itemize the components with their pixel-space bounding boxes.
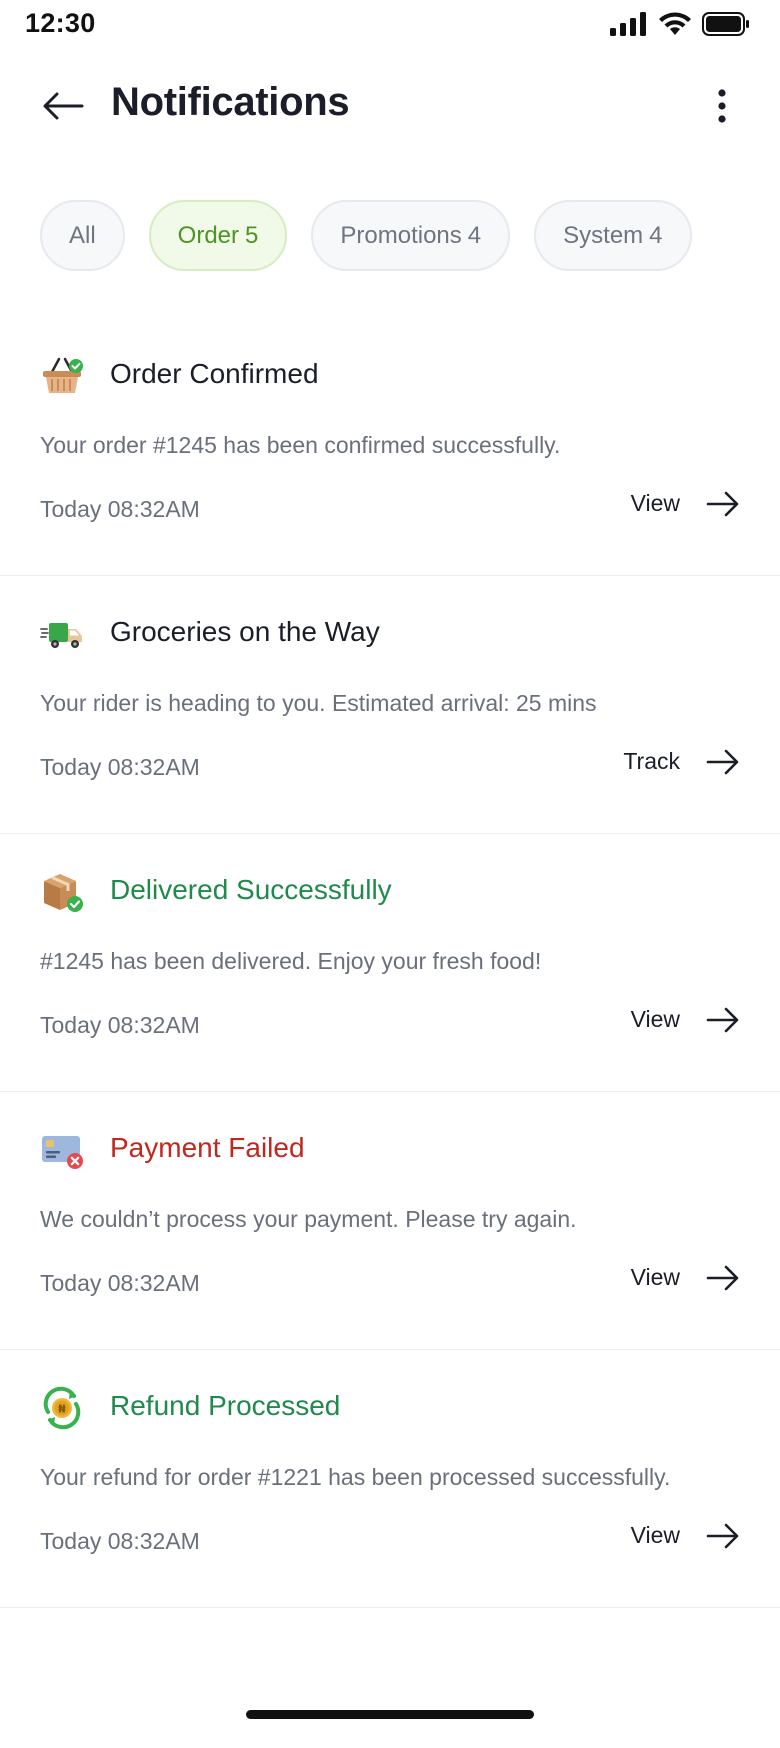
notification-title: Delivered Successfully: [110, 874, 392, 905]
action-label: View: [630, 1006, 680, 1032]
track-button[interactable]: Track: [623, 748, 740, 775]
filter-chip-order[interactable]: Order 5: [148, 200, 288, 271]
notifications-screen: 12:30 Notifications All Order 5 Promotio…: [0, 0, 780, 1748]
view-button[interactable]: View: [631, 1522, 740, 1549]
wifi-icon: [658, 12, 692, 36]
header: Notifications: [0, 70, 780, 140]
chip-label: System: [563, 221, 644, 249]
action-label: Track: [623, 748, 680, 774]
notification-time: Today 08:32AM: [40, 1528, 200, 1554]
chip-count: 4: [467, 221, 482, 249]
notification-item[interactable]: ₦ Refund Processed Your refund for order…: [0, 1350, 780, 1608]
chip-count: 4: [649, 221, 663, 249]
filter-chips: All Order 5 Promotions 4 System 4: [40, 200, 692, 271]
chip-label: Order: [177, 221, 240, 249]
basket-check-icon: [40, 354, 84, 398]
package-check-icon: [40, 870, 84, 914]
notification-item[interactable]: Order Confirmed Your order #1245 has bee…: [0, 318, 780, 576]
page-title: Notifications: [111, 80, 350, 124]
notification-time: Today 08:32AM: [40, 754, 200, 780]
chip-label: All: [69, 221, 96, 249]
notification-title: Order Confirmed: [110, 358, 319, 389]
notification-message: Your order #1245 has been confirmed succ…: [40, 432, 561, 458]
view-button[interactable]: View: [631, 1006, 740, 1033]
card-error-icon: [40, 1128, 84, 1172]
notification-message: #1245 has been delivered. Enjoy your fre…: [40, 948, 542, 974]
notification-item[interactable]: Delivered Successfully #1245 has been de…: [0, 834, 780, 1092]
arrow-right-icon: [706, 749, 739, 774]
arrow-left-icon: [43, 92, 84, 120]
arrow-right-icon: [706, 1007, 739, 1032]
refund-coin-icon: ₦: [40, 1386, 84, 1430]
notification-item[interactable]: Payment Failed We couldn’t process your …: [0, 1092, 780, 1350]
notification-item[interactable]: Groceries on the Way Your rider is headi…: [0, 576, 780, 834]
delivery-truck-icon: [40, 612, 84, 656]
action-label: View: [630, 1522, 680, 1548]
chip-count: 5: [245, 221, 259, 249]
notification-list: Order Confirmed Your order #1245 has bee…: [0, 318, 780, 1608]
filter-chip-all[interactable]: All: [40, 200, 125, 271]
notification-time: Today 08:32AM: [40, 496, 200, 522]
status-bar: 12:30: [0, 0, 780, 50]
notification-message: We couldn’t process your payment. Please…: [40, 1206, 577, 1232]
notification-title: Payment Failed: [110, 1132, 305, 1163]
notification-message: Your refund for order #1221 has been pro…: [40, 1464, 671, 1490]
arrow-right-icon: [706, 1523, 739, 1548]
home-indicator: [246, 1710, 534, 1719]
arrow-right-icon: [706, 1265, 739, 1290]
status-time: 12:30: [25, 8, 96, 38]
notification-message: Your rider is heading to you. Estimated …: [40, 690, 597, 716]
arrow-right-icon: [706, 491, 739, 516]
notification-time: Today 08:32AM: [40, 1270, 200, 1296]
view-button[interactable]: View: [631, 490, 740, 517]
more-vertical-icon: [718, 89, 726, 123]
filter-chip-system[interactable]: System 4: [534, 200, 692, 271]
svg-text:₦: ₦: [58, 1403, 66, 1416]
filter-chip-promotions[interactable]: Promotions 4: [311, 200, 511, 271]
action-label: View: [630, 1264, 680, 1290]
back-button[interactable]: [38, 84, 88, 128]
action-label: View: [630, 490, 680, 516]
view-button[interactable]: View: [631, 1264, 740, 1291]
notification-title: Groceries on the Way: [110, 616, 380, 647]
notification-title: Refund Processed: [110, 1390, 341, 1421]
battery-icon: [702, 12, 750, 36]
chip-label: Promotions: [340, 221, 462, 249]
more-options-button[interactable]: [710, 84, 734, 128]
notification-time: Today 08:32AM: [40, 1012, 200, 1038]
status-icons: [610, 12, 750, 36]
signal-icon: [610, 12, 648, 36]
